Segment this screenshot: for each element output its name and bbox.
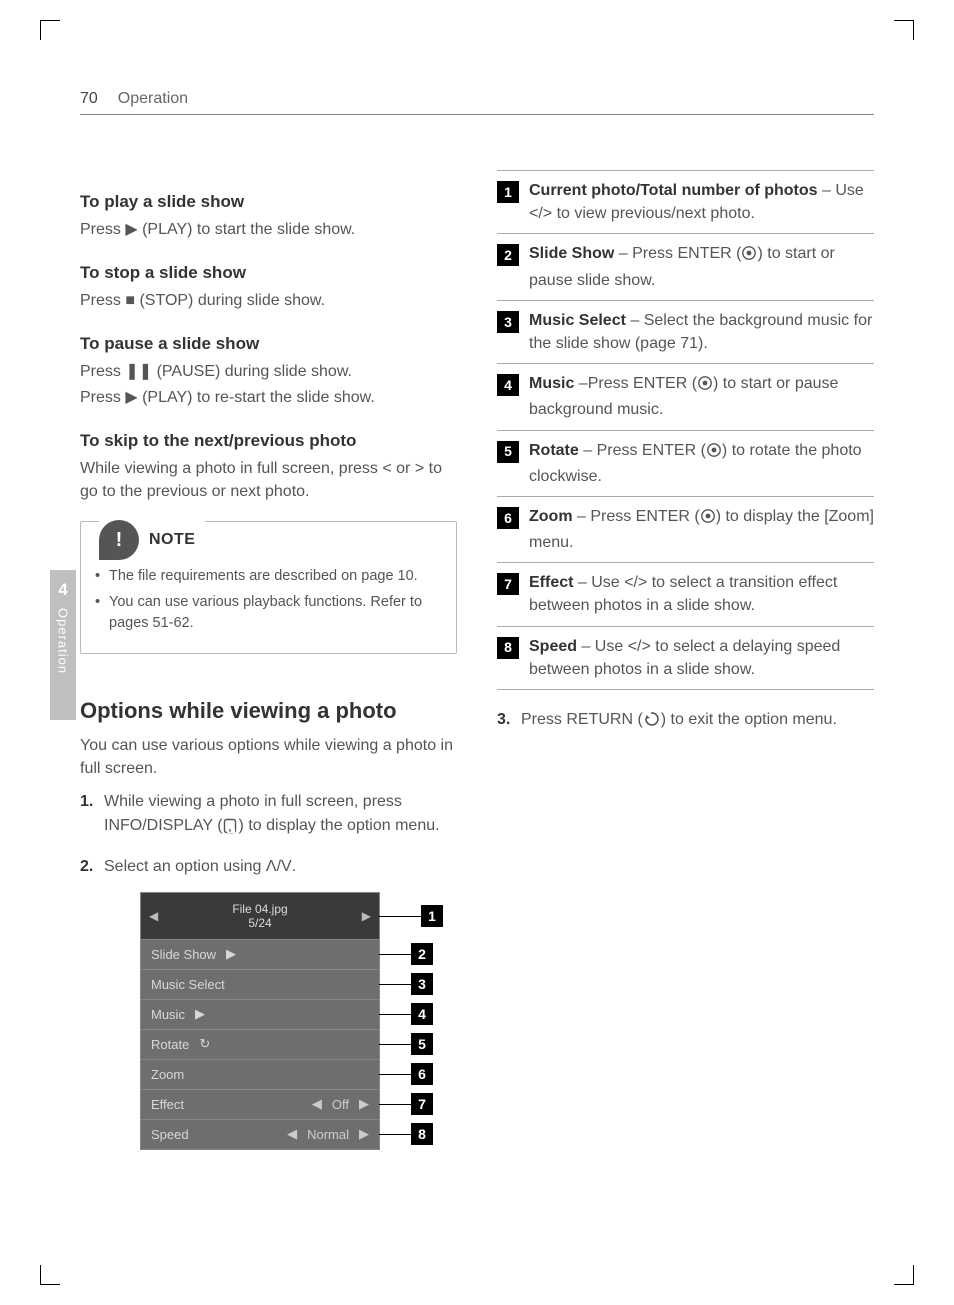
- play-icon: ▶: [195, 1006, 205, 1022]
- page-section: Operation: [118, 90, 188, 108]
- text-pause-slideshow-2: Press ▶ (PLAY) to re-start the slide sho…: [80, 386, 457, 409]
- note-icon: !: [99, 520, 139, 560]
- menu-row-speed: Speed ◀Normal▶ 8: [141, 1119, 379, 1149]
- option-definitions: 1 Current photo/Total number of photos –…: [497, 170, 874, 690]
- play-icon: ▶: [226, 946, 236, 962]
- step-3: 3. Press RETURN () to exit the option me…: [497, 708, 874, 734]
- enter-icon: [706, 442, 722, 465]
- left-arrow-icon: ◀: [312, 1096, 322, 1112]
- next-photo-arrow-icon: ▶: [362, 909, 371, 923]
- definition-item: 4 Music –Press ENTER () to start or paus…: [497, 364, 874, 430]
- definition-badge: 5: [497, 441, 519, 463]
- definition-item: 7 Effect – Use </> to select a transitio…: [497, 563, 874, 626]
- photo-option-menu: ◀ File 04.jpg 5/24 ▶ 1 Slide Show▶ 2 Mus…: [140, 892, 380, 1150]
- menu-row-slideshow: Slide Show▶ 2: [141, 939, 379, 969]
- page-number: 70: [80, 90, 98, 108]
- menu-row-zoom: Zoom 6: [141, 1059, 379, 1089]
- menu-header-row: ◀ File 04.jpg 5/24 ▶ 1: [141, 893, 379, 939]
- callout-badge: 2: [411, 943, 433, 965]
- definition-badge: 8: [497, 637, 519, 659]
- return-icon: [643, 711, 661, 734]
- definition-item: 2 Slide Show – Press ENTER () to start o…: [497, 234, 874, 300]
- left-column: To play a slide show Press ▶ (PLAY) to s…: [80, 170, 457, 1150]
- menu-row-rotate: Rotate↻ 5: [141, 1029, 379, 1059]
- definition-badge: 7: [497, 573, 519, 595]
- definition-item: 3 Music Select – Select the background m…: [497, 301, 874, 364]
- definition-badge: 3: [497, 311, 519, 333]
- definition-item: 8 Speed – Use </> to select a delaying s…: [497, 627, 874, 690]
- menu-row-effect: Effect ◀Off▶ 7: [141, 1089, 379, 1119]
- callout-badge: 1: [421, 905, 443, 927]
- step-3-text: Press RETURN () to exit the option menu.: [521, 711, 837, 728]
- text-stop-slideshow: Press ■ (STOP) during slide show.: [80, 289, 457, 312]
- callout-badge: 6: [411, 1063, 433, 1085]
- step-1: 1. While viewing a photo in full screen,…: [80, 790, 457, 840]
- info-display-icon: [223, 818, 239, 841]
- callout-badge: 7: [411, 1093, 433, 1115]
- text-skip-photo: While viewing a photo in full screen, pr…: [80, 457, 457, 503]
- menu-row-music-select: Music Select 3: [141, 969, 379, 999]
- rotate-icon: ↻: [199, 1036, 210, 1052]
- menu-row-music: Music▶ 4: [141, 999, 379, 1029]
- right-column: 1 Current photo/Total number of photos –…: [497, 170, 874, 1150]
- enter-icon: [700, 508, 716, 531]
- definition-item: 1 Current photo/Total number of photos –…: [497, 170, 874, 234]
- note-item: The file requirements are described on p…: [95, 566, 442, 586]
- step-2-text: Select an option using Λ/V.: [104, 858, 296, 875]
- callout-badge: 8: [411, 1123, 433, 1145]
- note-title: NOTE: [149, 531, 195, 549]
- enter-icon: [697, 375, 713, 398]
- left-arrow-icon: ◀: [287, 1126, 297, 1142]
- definition-badge: 2: [497, 244, 519, 266]
- note-item: You can use various playback functions. …: [95, 592, 442, 633]
- definition-badge: 1: [497, 181, 519, 203]
- heading-skip-photo: To skip to the next/previous photo: [80, 431, 457, 451]
- heading-stop-slideshow: To stop a slide show: [80, 263, 457, 283]
- definition-item: 6 Zoom – Press ENTER () to display the […: [497, 497, 874, 563]
- step-2: 2. Select an option using Λ/V.: [80, 855, 457, 878]
- prev-photo-arrow-icon: ◀: [149, 909, 158, 923]
- definition-badge: 6: [497, 507, 519, 529]
- callout-badge: 4: [411, 1003, 433, 1025]
- right-arrow-icon: ▶: [359, 1126, 369, 1142]
- text-play-slideshow: Press ▶ (PLAY) to start the slide show.: [80, 218, 457, 241]
- right-arrow-icon: ▶: [359, 1096, 369, 1112]
- text-options-intro: You can use various options while viewin…: [80, 734, 457, 780]
- heading-pause-slideshow: To pause a slide show: [80, 334, 457, 354]
- heading-options-viewing: Options while viewing a photo: [80, 698, 457, 724]
- enter-icon: [741, 245, 757, 268]
- definition-item: 5 Rotate – Press ENTER () to rotate the …: [497, 431, 874, 497]
- text-pause-slideshow-1: Press ❚❚ (PAUSE) during slide show.: [80, 360, 457, 383]
- callout-badge: 3: [411, 973, 433, 995]
- page-header: 70 Operation: [80, 90, 874, 115]
- note-box: ! NOTE The file requirements are describ…: [80, 521, 457, 654]
- definition-badge: 4: [497, 374, 519, 396]
- step-1-text: While viewing a photo in full screen, pr…: [104, 793, 440, 833]
- callout-badge: 5: [411, 1033, 433, 1055]
- heading-play-slideshow: To play a slide show: [80, 192, 457, 212]
- menu-file-name: File 04.jpg: [232, 902, 287, 916]
- menu-file-count: 5/24: [248, 916, 271, 930]
